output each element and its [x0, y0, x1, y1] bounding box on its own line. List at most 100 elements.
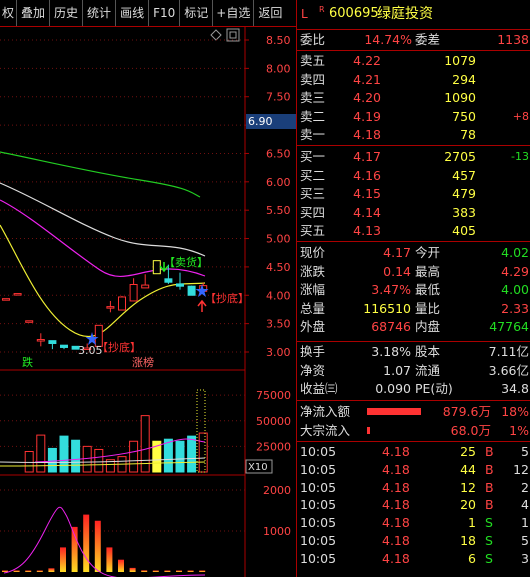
indicator-bar	[129, 567, 136, 572]
volume-bar[interactable]	[82, 445, 92, 473]
toolbar: 权 叠加 历史 统计 画线 F10 标记 +自选 返回	[0, 0, 296, 27]
volume-bar[interactable]	[94, 448, 104, 473]
flow-row: 大宗流入 68.0万 1%	[297, 422, 530, 440]
toolbar-item-overlay[interactable]: 叠加	[17, 0, 51, 26]
tick-price: 4.18	[382, 533, 410, 548]
volume-bar[interactable]	[187, 435, 197, 473]
ask-change: +8	[512, 109, 529, 123]
bid-level-label: 买二	[300, 167, 326, 183]
ask-volume: 78	[460, 127, 476, 142]
tick-price: 4.18	[382, 479, 410, 495]
stat-label-2: 内盘	[415, 319, 441, 334]
indicator-bar	[118, 559, 124, 572]
candle-body[interactable]	[60, 344, 68, 348]
volume-bar[interactable]	[71, 439, 81, 473]
indicator-bar	[36, 570, 43, 572]
toolbar-item-f10[interactable]: F10	[149, 0, 181, 26]
candle-body[interactable]	[13, 293, 22, 296]
sell-signal-label: 【卖货】	[164, 255, 208, 269]
stat-row: 涨跌 0.14 最高 4.29	[297, 263, 530, 281]
flow-pct: 1%	[509, 423, 529, 438]
tick-direction: B	[485, 497, 494, 513]
candle-body[interactable]	[2, 298, 10, 301]
tick-direction: B	[485, 444, 494, 459]
low-price-label: 3.05	[78, 344, 103, 357]
candle-body[interactable]	[48, 340, 57, 344]
flow-label: 大宗流入	[300, 423, 351, 438]
tick-direction: S	[485, 515, 493, 531]
volume-bar[interactable]	[59, 435, 69, 473]
candle-body[interactable]	[106, 306, 115, 309]
stat-value: 68746	[371, 319, 411, 334]
price-tick-label: 8.50	[266, 34, 291, 47]
stat-value: 3.47%	[371, 282, 411, 297]
bid-level-label: 买四	[300, 204, 326, 220]
candle-body[interactable]	[187, 285, 196, 296]
stat2-label-2: 股本	[415, 344, 441, 359]
tick-price: 4.18	[382, 444, 410, 459]
candle-body[interactable]	[152, 260, 161, 275]
stat-label-2: 最高	[415, 263, 441, 279]
toolbar-item-mark[interactable]: 标记	[180, 0, 214, 26]
volume-bar[interactable]	[175, 440, 185, 473]
toolbar-item-add-watchlist[interactable]: +自选	[213, 0, 255, 26]
toolbar-item-back[interactable]: 返回	[254, 0, 286, 26]
candle-body[interactable]	[118, 296, 126, 311]
settings-box-icon[interactable]	[226, 28, 240, 42]
volume-bar[interactable]	[24, 451, 34, 473]
tick-row: 10:05 4.18 18 S 5	[297, 532, 530, 550]
ask-price: 4.22	[353, 53, 381, 68]
stat2-label: 换手	[300, 344, 326, 359]
volume-bar[interactable]	[129, 440, 139, 473]
stat2-value: 1.07	[383, 362, 411, 378]
flow-label: 净流入额	[300, 404, 351, 419]
candle-body[interactable]	[25, 320, 34, 323]
flow-value: 879.6万	[442, 404, 491, 419]
stat-value: 116510	[363, 300, 411, 316]
candle-body[interactable]	[164, 278, 173, 283]
price-tick-label: 7.50	[266, 91, 291, 104]
quote-panel: L R 600695 绿庭投资 委比 14.74% 委差 1138 卖五 4.22…	[296, 0, 530, 577]
stat-label: 外盘	[300, 319, 326, 334]
order-diff-value: 1138	[497, 32, 529, 47]
stat-row: 涨幅 3.47% 最低 4.00	[297, 281, 530, 299]
tick-count: 1	[521, 515, 529, 531]
volume-bar[interactable]	[163, 438, 173, 473]
candle-body[interactable]	[141, 284, 150, 289]
price-tick-label: 3.00	[266, 346, 291, 359]
price-tick-label: 5.50	[266, 204, 291, 217]
bid-price: 4.13	[353, 223, 381, 238]
tick-volume: 18	[460, 533, 476, 548]
toolbar-item-history[interactable]: 历史	[50, 0, 84, 26]
collapse-diamond-icon[interactable]	[210, 29, 222, 41]
ask-volume: 1079	[444, 53, 476, 68]
tick-time: 10:05	[300, 497, 337, 513]
candle-body[interactable]	[176, 283, 184, 287]
volume-bar[interactable]	[36, 434, 46, 473]
tick-time: 10:05	[300, 479, 337, 495]
indicator-bar	[48, 568, 55, 572]
price-tick-label: 4.00	[266, 289, 291, 302]
toolbar-item-rights[interactable]: 权	[0, 0, 18, 26]
candle-body[interactable]	[36, 339, 45, 342]
market-flag-r: R	[319, 5, 325, 14]
stat-value-2: 4.29	[501, 263, 529, 279]
tick-time: 10:05	[300, 533, 337, 548]
volume-bar[interactable]	[47, 447, 57, 473]
ask-row: 卖四 4.21 294	[297, 71, 530, 89]
down-label: 跌	[22, 355, 33, 369]
ask-level-label: 卖四	[300, 71, 326, 87]
toolbar-item-draw[interactable]: 画线	[116, 0, 150, 26]
quote-header: L R 600695 绿庭投资	[297, 5, 530, 23]
candle-body[interactable]	[129, 283, 138, 302]
tick-volume: 1	[468, 515, 476, 531]
volume-bar[interactable]	[198, 432, 208, 473]
indicator-bar	[71, 526, 78, 572]
indicator-bar	[164, 570, 171, 572]
toolbar-item-stats[interactable]: 统计	[83, 0, 117, 26]
stat-label: 现价	[300, 245, 326, 260]
price-tick-label: 5.00	[266, 233, 291, 246]
candlestick-chart[interactable]: 【卖货】 【抄底】 【抄底】 3.05 跌 涨榜 8.508.007.507.0…	[0, 27, 296, 577]
ask-price: 4.21	[353, 71, 381, 87]
stat-value-2: 2.33	[501, 300, 529, 316]
